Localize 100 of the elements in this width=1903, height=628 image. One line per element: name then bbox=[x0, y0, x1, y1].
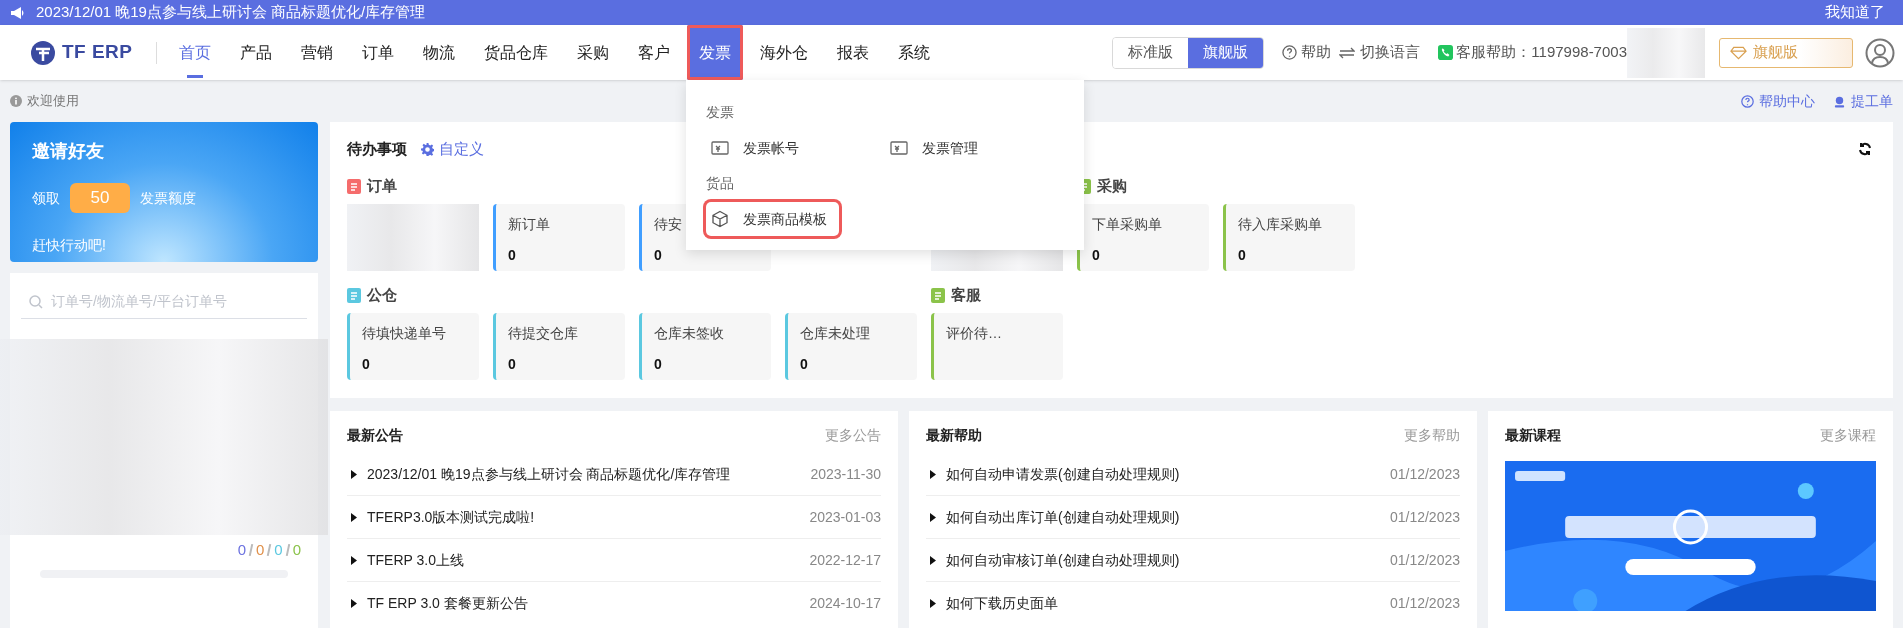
card-label: 待入库采购单 bbox=[1238, 215, 1322, 234]
todo-card[interactable]: 新订单 0 bbox=[493, 204, 625, 271]
todo-card[interactable]: 待提交仓库 0 bbox=[493, 313, 625, 380]
headset-icon bbox=[1833, 94, 1846, 108]
nav-tab[interactable]: 货品仓库 bbox=[472, 25, 561, 80]
card-label: 待填快递单号 bbox=[362, 324, 446, 343]
article-date: 01/12/2023 bbox=[1389, 594, 1460, 613]
article-link[interactable]: 2023/12/01 晚19点参与线上研讨会 商品标题优化/库存管理 bbox=[367, 463, 731, 485]
nav-tab[interactable]: 系统 bbox=[886, 25, 943, 80]
logo-icon bbox=[30, 39, 56, 66]
todo-card[interactable]: 仓库未处理 0 bbox=[785, 313, 917, 380]
menu-item[interactable]: 发票管理 bbox=[885, 131, 983, 165]
article-link[interactable]: 如何下载历史面单 bbox=[946, 593, 1058, 614]
todo-card[interactable]: 评价待… bbox=[931, 313, 1063, 380]
card-count: 0 bbox=[362, 355, 370, 374]
card-count: 0 bbox=[1092, 246, 1100, 265]
header-link[interactable]: 帮助中心 bbox=[1741, 90, 1815, 112]
status-count: 0 bbox=[292, 540, 301, 560]
caret-icon bbox=[930, 512, 936, 522]
article-date: 01/12/2023 bbox=[1389, 550, 1460, 570]
nav-tab[interactable]: 产品 bbox=[228, 25, 285, 80]
nav-tab[interactable]: 首页 bbox=[167, 25, 224, 80]
card-count: 0 bbox=[654, 246, 662, 265]
phone-icon bbox=[1438, 45, 1454, 60]
search-field[interactable]: 订单号/物流单号/平台订单号 bbox=[51, 291, 299, 312]
section-heading: 公仓 bbox=[367, 284, 397, 305]
todo-card[interactable]: 待填快递单号 0 bbox=[347, 313, 479, 380]
support-phone: 客服帮助：1197998-7003 bbox=[1456, 42, 1627, 63]
invite-text: 发票额度 bbox=[140, 188, 196, 208]
edition-tab[interactable]: 旗舰版 bbox=[1188, 37, 1264, 68]
welcome-text: 欢迎使用 bbox=[27, 92, 79, 111]
announcement-text: 2023/12/01 晚19点参与线上研讨会 商品标题优化/库存管理 bbox=[36, 2, 426, 23]
status-count: 0 bbox=[237, 540, 246, 560]
section-heading: 订单 bbox=[367, 175, 397, 196]
card-count: 0 bbox=[800, 355, 808, 374]
dismiss-link[interactable]: 我知道了 bbox=[1825, 1, 1893, 24]
caret-icon bbox=[930, 599, 936, 608]
info-icon bbox=[10, 95, 22, 107]
caret-icon bbox=[930, 555, 936, 565]
help-icon bbox=[1741, 94, 1754, 108]
nav-tab[interactable]: 海外仓 bbox=[748, 25, 821, 80]
search-icon bbox=[29, 294, 43, 309]
menu-group-title: 货品 bbox=[706, 174, 735, 193]
todo-card[interactable]: 仓库未签收 0 bbox=[639, 313, 771, 380]
receipt-icon bbox=[711, 140, 729, 156]
card-count: 0 bbox=[508, 355, 516, 374]
panel-title: 最新课程 bbox=[1505, 425, 1561, 445]
invite-text: 领取 bbox=[32, 188, 60, 208]
nav-tab[interactable]: 发票 bbox=[687, 25, 744, 80]
card-label: 仓库未签收 bbox=[654, 324, 724, 343]
article-link[interactable]: TFERP 3.0上线 bbox=[367, 549, 464, 571]
nav-tab[interactable]: 客户 bbox=[626, 25, 683, 80]
panel-title: 最新公告 bbox=[347, 425, 403, 445]
todo-card[interactable]: 待入库采购单 0 bbox=[1223, 204, 1355, 271]
card-label: 待提交仓库 bbox=[508, 324, 578, 343]
avatar-icon[interactable] bbox=[1865, 37, 1895, 68]
article-link[interactable]: TF ERP 3.0 套餐更新公告 bbox=[367, 593, 528, 614]
menu-group-title: 发票 bbox=[706, 103, 735, 122]
invite-title: 邀请好友 bbox=[32, 140, 105, 163]
help-icon bbox=[1282, 45, 1298, 60]
card-count: 0 bbox=[1238, 246, 1246, 265]
logo-text: TF ERP bbox=[62, 40, 133, 65]
receipt-icon bbox=[890, 140, 908, 156]
article-date: 01/12/2023 bbox=[1389, 507, 1460, 527]
status-count: 0 bbox=[274, 540, 283, 560]
cube-icon bbox=[711, 210, 729, 228]
card-count: 0 bbox=[654, 355, 662, 374]
status-count: 0 bbox=[255, 540, 265, 560]
nav-tab[interactable]: 营销 bbox=[289, 25, 346, 80]
article-date: 2023-01-03 bbox=[809, 507, 881, 527]
invite-cta: 赶快行动吧! bbox=[32, 236, 107, 255]
article-date: 2024-10-17 bbox=[809, 594, 881, 613]
article-date: 01/12/2023 bbox=[1389, 464, 1460, 484]
nav-tab[interactable]: 采购 bbox=[565, 25, 622, 80]
article-link[interactable]: TFERP3.0版本测试完成啦! bbox=[367, 506, 535, 528]
refresh-icon[interactable] bbox=[1858, 142, 1872, 156]
panel-title: 最新帮助 bbox=[926, 425, 982, 445]
megaphone-icon bbox=[10, 5, 26, 20]
header-link[interactable]: 提工单 bbox=[1833, 90, 1893, 112]
caret-icon bbox=[351, 599, 357, 608]
caret-icon bbox=[351, 512, 357, 522]
help-link[interactable]: 帮助 bbox=[1282, 41, 1332, 64]
nav-tab[interactable]: 物流 bbox=[411, 25, 468, 80]
todo-card[interactable]: 下单采购单 0 bbox=[1077, 204, 1209, 271]
customize-link[interactable]: 自定义 bbox=[421, 137, 484, 161]
nav-tab[interactable]: 订单 bbox=[350, 25, 407, 80]
language-link[interactable]: 切换语言 bbox=[1339, 41, 1421, 64]
todo-title: 待办事项 bbox=[347, 138, 407, 159]
card-label: 新订单 bbox=[508, 215, 550, 234]
amount-badge: 50 bbox=[70, 183, 130, 213]
menu-item[interactable]: 发票帐号 bbox=[706, 131, 804, 165]
article-date: 2023-11-30 bbox=[810, 464, 881, 484]
card-label: 下单采购单 bbox=[1092, 215, 1162, 234]
card-count: 0 bbox=[508, 246, 516, 265]
article-link[interactable]: 如何自动审核订单(创建自动处理规则) bbox=[946, 549, 1180, 571]
article-link[interactable]: 如何自动出库订单(创建自动处理规则) bbox=[946, 506, 1180, 528]
article-link[interactable]: 如何自动申请发票(创建自动处理规则) bbox=[946, 463, 1180, 485]
nav-tab[interactable]: 报表 bbox=[825, 25, 882, 80]
article-date: 2022-12-17 bbox=[809, 550, 881, 570]
caret-icon bbox=[351, 555, 357, 565]
